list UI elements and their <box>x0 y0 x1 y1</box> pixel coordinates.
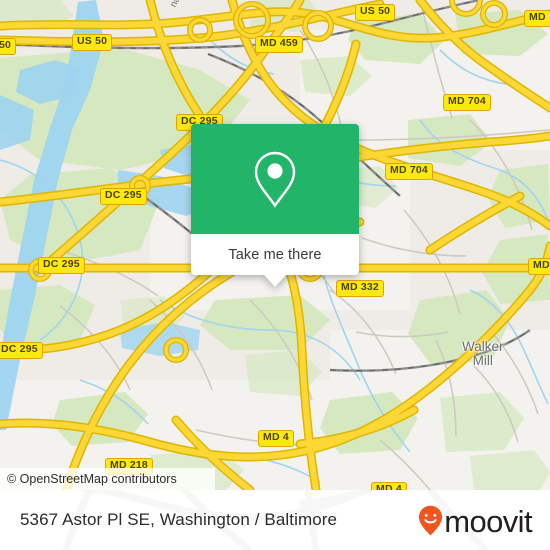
moovit-wordmark: moovit <box>444 503 532 539</box>
popup-pointer-tail <box>264 275 286 287</box>
page-title: 5367 Astor Pl SE, Washington / Baltimore <box>20 510 338 529</box>
road-shield: MD 704 <box>443 94 491 111</box>
road-shield: MD 704 <box>385 163 433 180</box>
road-shield: US 50 <box>355 4 396 21</box>
road-shield: DC 295 <box>0 342 43 359</box>
road-shield: US 50 <box>72 34 113 51</box>
road-shield: DC 295 <box>38 257 85 274</box>
attribution-text: © OpenStreetMap contributors <box>7 472 177 486</box>
moovit-logo[interactable]: moovit <box>418 503 533 539</box>
map-place-label-walker-mill: Walker Mill <box>462 339 504 369</box>
moovit-pin-icon <box>419 505 443 535</box>
location-pin-icon <box>254 151 296 208</box>
road-shield: MD <box>524 10 550 27</box>
road-shield: 50 <box>0 38 17 55</box>
location-popup[interactable]: Take me there <box>191 124 359 287</box>
take-me-there-button[interactable]: Take me there <box>191 234 359 287</box>
map-attribution[interactable]: © OpenStreetMap contributors <box>0 468 215 490</box>
map-viewport[interactable]: nacostia Riv Walker Mill US 50 MD US 50 … <box>0 0 550 490</box>
road-shield: MD 4 <box>371 482 407 490</box>
footer-bar: 5367 Astor Pl SE, Washington / Baltimore… <box>0 490 550 550</box>
popup-image-area <box>191 124 359 234</box>
road-shield: DC 295 <box>100 188 147 205</box>
screenshot-root: nacostia Riv Walker Mill US 50 MD US 50 … <box>0 0 550 550</box>
take-me-there-label: Take me there <box>228 246 322 263</box>
road-shield: MD <box>528 258 550 275</box>
road-shield: MD 4 <box>258 430 294 447</box>
road-shield: MD 332 <box>336 280 384 297</box>
road-shield: MD 459 <box>255 36 303 53</box>
